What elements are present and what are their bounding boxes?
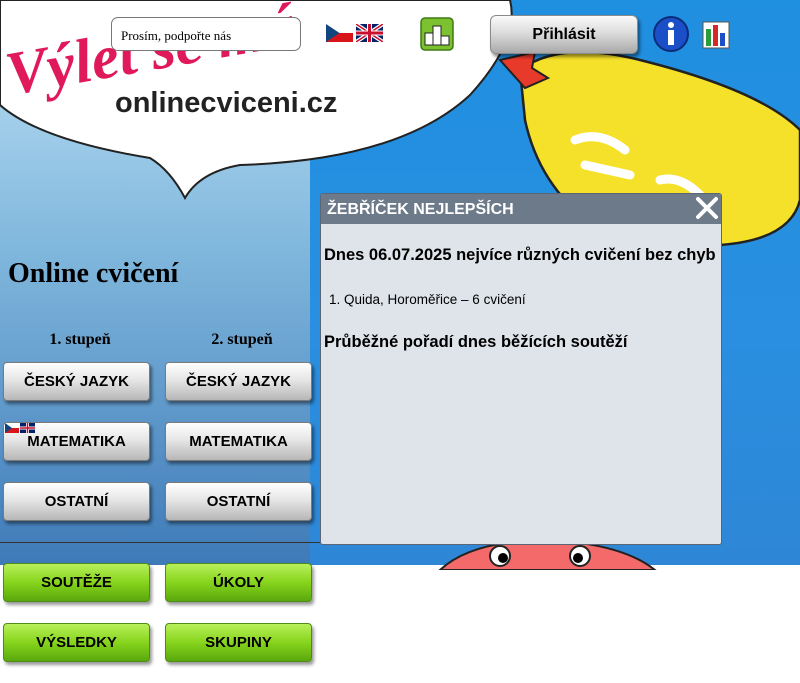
math-button-stage-2[interactable]: MATEMATIKA: [165, 422, 312, 461]
uk-flag-icon[interactable]: [356, 24, 383, 42]
page-title: Online cvičení: [8, 258, 179, 289]
login-button[interactable]: Přihlásit: [490, 15, 638, 54]
results-button[interactable]: VÝSLEDKY: [3, 623, 150, 662]
stage-label-1: 1. stupeň: [49, 331, 111, 348]
czech-language-button-stage-1[interactable]: ČESKÝ JAZYK: [3, 362, 150, 401]
close-icon[interactable]: [695, 196, 719, 220]
groups-button[interactable]: SKUPINY: [165, 623, 312, 662]
stage-label-2: 2. stupeň: [211, 331, 273, 348]
podium-icon[interactable]: [420, 17, 454, 51]
other-button-stage-2[interactable]: OSTATNÍ: [165, 482, 312, 521]
leaderboard-panel: ŽEBŘÍČEK NEJLEPŠÍCH Dnes 06.07.2025 nejv…: [320, 193, 722, 545]
leaderboard-title: ŽEBŘÍČEK NEJLEPŠÍCH: [321, 194, 721, 224]
bar-chart-icon[interactable]: [702, 21, 730, 49]
czech-flag-icon[interactable]: [326, 24, 353, 42]
bilingual-flags-icon: [5, 423, 35, 433]
divider: [0, 542, 320, 543]
page: Výlet se má onlinecviceni.cz Prosím, pod…: [0, 0, 800, 683]
info-icon[interactable]: [652, 15, 690, 53]
tasks-button[interactable]: ÚKOLY: [165, 563, 312, 602]
donate-button[interactable]: Prosím, podpořte nás: [111, 17, 301, 51]
other-button-stage-1[interactable]: OSTATNÍ: [3, 482, 150, 521]
contest-standings-heading: Průběžné pořadí dnes běžících soutěží: [324, 333, 628, 351]
leaderboard-entry: 1. Quida, Horoměřice – 6 cvičení: [329, 292, 526, 307]
best-today-heading: Dnes 06.07.2025 nejvíce různých cvičení …: [324, 246, 716, 264]
contests-button[interactable]: SOUTĚŽE: [3, 563, 150, 602]
logo-site: onlinecviceni.cz: [115, 87, 337, 119]
czech-language-button-stage-2[interactable]: ČESKÝ JAZYK: [165, 362, 312, 401]
